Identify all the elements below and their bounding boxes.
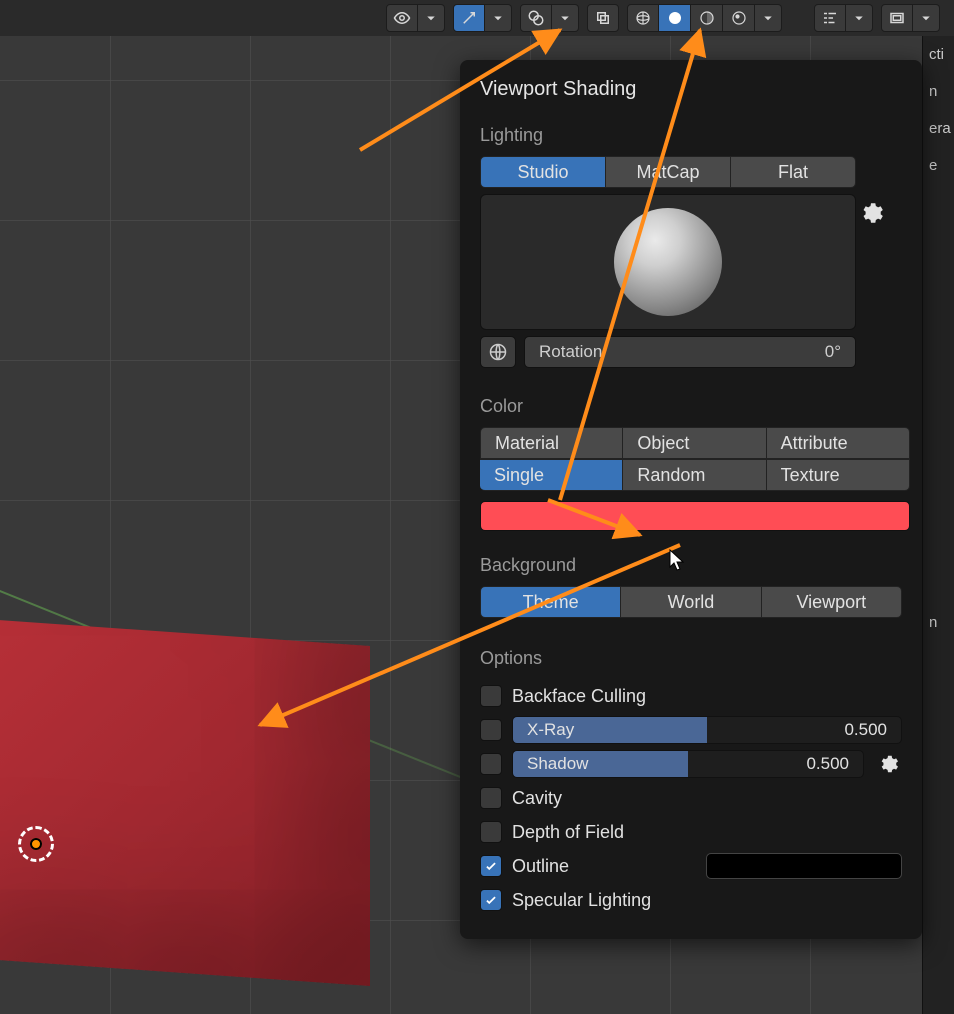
color-material[interactable]: Material <box>480 427 623 459</box>
dof-label: Depth of Field <box>512 822 624 843</box>
visibility-dropdown[interactable] <box>386 4 418 32</box>
overlay-toggle[interactable] <box>520 4 552 32</box>
shading-dropdown-chevron[interactable] <box>755 4 782 32</box>
cavity-checkbox[interactable] <box>480 787 502 809</box>
viewport-header <box>0 0 954 36</box>
backface-checkbox[interactable] <box>480 685 502 707</box>
lighting-studio[interactable]: Studio <box>480 156 606 188</box>
rotation-value: 0° <box>825 342 841 362</box>
background-segmented: Theme World Viewport <box>480 586 902 618</box>
right-panel-edge: cti n era e n <box>922 36 954 1014</box>
sliver-text: cti <box>923 36 954 73</box>
sliver-text: n <box>923 604 954 641</box>
xray-checkbox[interactable] <box>480 719 502 741</box>
color-attribute[interactable]: Attribute <box>767 427 910 459</box>
dof-checkbox[interactable] <box>480 821 502 843</box>
lighting-matcap[interactable]: MatCap <box>606 156 731 188</box>
shadow-label: Shadow <box>527 754 588 774</box>
xray-toggle[interactable] <box>587 4 619 32</box>
options-label: Options <box>480 648 902 669</box>
color-segmented: Material Object Attribute Single Random … <box>480 427 910 491</box>
rotation-label: Rotation <box>539 342 602 362</box>
sliver-text: era <box>923 110 954 147</box>
lighting-segmented: Studio MatCap Flat <box>480 156 856 188</box>
shading-rendered[interactable] <box>723 4 755 32</box>
visibility-chevron[interactable] <box>418 4 445 32</box>
shadow-settings-button[interactable] <box>874 750 902 778</box>
overlay-chevron[interactable] <box>552 4 579 32</box>
studio-sphere-icon <box>614 208 722 316</box>
shadow-slider[interactable]: Shadow 0.500 <box>512 750 864 778</box>
mouse-cursor-icon <box>668 548 688 572</box>
outliner-filter[interactable] <box>814 4 846 32</box>
popover-title: Viewport Shading <box>480 78 902 101</box>
background-label: Background <box>480 555 902 576</box>
outline-label: Outline <box>512 856 569 877</box>
specular-label: Specular Lighting <box>512 890 651 911</box>
shading-material[interactable] <box>691 4 723 32</box>
mesh-cube[interactable] <box>0 618 370 986</box>
cavity-label: Cavity <box>512 788 562 809</box>
single-color-swatch[interactable] <box>480 501 910 531</box>
background-theme[interactable]: Theme <box>480 586 621 618</box>
shadow-value: 0.500 <box>806 754 849 774</box>
display-mode-chevron[interactable] <box>913 4 940 32</box>
gizmo-chevron[interactable] <box>485 4 512 32</box>
background-viewport[interactable]: Viewport <box>762 586 902 618</box>
color-texture[interactable]: Texture <box>767 459 910 491</box>
rotation-readout[interactable]: Rotation 0° <box>524 336 856 368</box>
color-single[interactable]: Single <box>480 459 623 491</box>
lighting-label: Lighting <box>480 125 902 146</box>
xray-value: 0.500 <box>844 720 887 740</box>
xray-slider[interactable]: X-Ray 0.500 <box>512 716 902 744</box>
shading-wireframe[interactable] <box>627 4 659 32</box>
specular-checkbox[interactable] <box>480 889 502 911</box>
color-label: Color <box>480 396 902 417</box>
display-mode[interactable] <box>881 4 913 32</box>
lighting-flat[interactable]: Flat <box>731 156 856 188</box>
outliner-filter-chevron[interactable] <box>846 4 873 32</box>
gizmo-toggle[interactable] <box>453 4 485 32</box>
shading-solid[interactable] <box>659 4 691 32</box>
shadow-checkbox[interactable] <box>480 753 502 775</box>
sliver-text: n <box>923 73 954 110</box>
studio-preview[interactable] <box>480 194 856 330</box>
xray-label: X-Ray <box>527 720 574 740</box>
viewport-shading-popover: Viewport Shading Lighting Studio MatCap … <box>460 60 922 939</box>
color-random[interactable]: Random <box>623 459 766 491</box>
studio-settings-button[interactable] <box>858 200 884 231</box>
background-world[interactable]: World <box>621 586 761 618</box>
outline-checkbox[interactable] <box>480 855 502 877</box>
sliver-text: e <box>923 147 954 184</box>
outline-color-swatch[interactable] <box>706 853 902 879</box>
world-space-toggle[interactable] <box>480 336 516 368</box>
color-object[interactable]: Object <box>623 427 766 459</box>
backface-label: Backface Culling <box>512 686 646 707</box>
cursor-3d <box>18 826 54 862</box>
